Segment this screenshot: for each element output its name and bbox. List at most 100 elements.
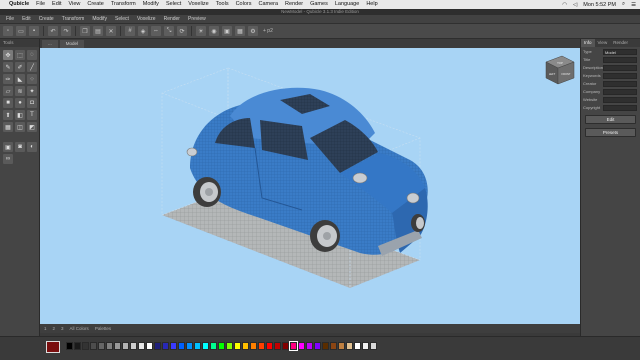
menu-language[interactable]: Language	[335, 0, 359, 9]
paste-icon[interactable]: ▤	[93, 26, 103, 36]
menu-colors[interactable]: Colors	[236, 0, 252, 9]
palettes-tab[interactable]: Palettes	[95, 326, 111, 331]
hole-icon[interactable]: ◙	[15, 142, 25, 152]
pencil-icon[interactable]: ✎	[3, 62, 13, 72]
palette-swatch[interactable]	[170, 342, 177, 350]
menu-list-icon[interactable]: ☰	[631, 2, 636, 8]
page-3-tab[interactable]: 3	[61, 326, 64, 331]
menu-help[interactable]: Help	[366, 0, 377, 9]
tab-view[interactable]: View	[595, 39, 611, 47]
palette-swatch[interactable]	[202, 342, 209, 350]
prop-copyright-field[interactable]	[603, 104, 637, 111]
palette-swatch[interactable]	[266, 342, 273, 350]
palette-swatch[interactable]	[242, 342, 249, 350]
palette-swatch[interactable]	[106, 342, 113, 350]
palette-swatch[interactable]	[282, 342, 289, 350]
palette-swatch[interactable]	[346, 342, 353, 350]
palette-swatch[interactable]	[114, 342, 121, 350]
cube-icon[interactable]: ◈	[138, 26, 148, 36]
menu-voxelize[interactable]: Voxelize	[188, 0, 209, 9]
menu-file[interactable]: File	[36, 0, 45, 9]
grid-tool-icon[interactable]: ▦	[3, 122, 13, 132]
picker-icon[interactable]: ✑	[3, 74, 13, 84]
smooth-icon[interactable]: ≋	[15, 86, 25, 96]
light-icon[interactable]: ☀	[196, 26, 206, 36]
lasso-icon[interactable]: ◌	[27, 50, 37, 60]
search-icon[interactable]: ⌕	[622, 1, 625, 8]
undo-icon[interactable]: ↶	[48, 26, 58, 36]
appmenu-render[interactable]: Render	[164, 16, 180, 22]
render-icon[interactable]: ▣	[222, 26, 232, 36]
copy-icon[interactable]: ❐	[80, 26, 90, 36]
spray-icon[interactable]: ⁘	[27, 74, 37, 84]
prop-type-field[interactable]: Model	[603, 48, 637, 55]
palette-swatch[interactable]	[258, 342, 265, 350]
menu-app-qubicle[interactable]: Qubicle	[9, 0, 29, 9]
palette-swatch[interactable]	[186, 342, 193, 350]
menu-tools[interactable]: Tools	[216, 0, 229, 9]
palette-swatch[interactable]	[306, 342, 313, 350]
menu-render[interactable]: Render	[285, 0, 303, 9]
volume-icon[interactable]: ◁	[573, 2, 577, 8]
wire-icon[interactable]: ▦	[235, 26, 245, 36]
line-icon[interactable]: ╱	[27, 62, 37, 72]
palette-swatch[interactable]	[370, 342, 377, 350]
appmenu-select[interactable]: Select	[115, 16, 129, 22]
prop-title-field[interactable]	[603, 56, 637, 63]
wifi-icon[interactable]: ◠	[562, 2, 567, 8]
menu-view[interactable]: View	[69, 0, 81, 9]
appmenu-preview[interactable]: Preview	[188, 16, 206, 22]
palette-swatch[interactable]	[194, 342, 201, 350]
tab-model[interactable]: Model	[59, 40, 85, 48]
stamp-icon[interactable]: ▣	[3, 142, 13, 152]
sphere-shape-icon[interactable]: ●	[15, 98, 25, 108]
appmenu-voxelize[interactable]: Voxelize	[137, 16, 156, 22]
mask-icon[interactable]: ◐	[27, 142, 37, 152]
palette-swatch[interactable]	[250, 342, 257, 350]
fill-icon[interactable]: ◣	[15, 74, 25, 84]
palette-swatch[interactable]	[154, 342, 161, 350]
prop-website-field[interactable]	[603, 96, 637, 103]
rotate-icon[interactable]: ⟳	[177, 26, 187, 36]
presets-button[interactable]: Presets	[585, 128, 636, 137]
current-color-swatch[interactable]	[46, 341, 60, 353]
wand-icon[interactable]: ✦	[27, 86, 37, 96]
palette-swatch[interactable]	[298, 342, 305, 350]
save-icon[interactable]: ▪	[29, 26, 39, 36]
palette-swatch[interactable]	[178, 342, 185, 350]
new-file-icon[interactable]: ▫	[3, 26, 13, 36]
palette-swatch[interactable]	[82, 342, 89, 350]
appmenu-edit[interactable]: Edit	[22, 16, 31, 22]
palette-swatch[interactable]	[66, 342, 73, 350]
grid-icon[interactable]: #	[125, 26, 135, 36]
palette-swatch[interactable]	[162, 342, 169, 350]
menu-transform[interactable]: Transform	[111, 0, 136, 9]
page-1-tab[interactable]: 1	[44, 326, 47, 331]
link-icon[interactable]: ∞	[3, 154, 13, 164]
tab-render[interactable]: Render	[610, 39, 631, 47]
extrude-icon[interactable]: ⬆	[3, 110, 13, 120]
cylinder-shape-icon[interactable]: ◘	[27, 98, 37, 108]
prop-creator-field[interactable]	[603, 80, 637, 87]
menu-select[interactable]: Select	[166, 0, 181, 9]
face-icon[interactable]: ◫	[15, 122, 25, 132]
settings-icon[interactable]: ⚙	[248, 26, 258, 36]
3d-viewport[interactable]: TOP LEFT FRONT	[40, 48, 580, 324]
clock[interactable]: Mon 5:52 PM	[583, 2, 616, 8]
brush-icon[interactable]: ✐	[15, 62, 25, 72]
palette-swatch[interactable]	[274, 342, 281, 350]
appmenu-transform[interactable]: Transform	[62, 16, 85, 22]
palette-swatch[interactable]	[130, 342, 137, 350]
palette-swatch[interactable]	[226, 342, 233, 350]
menu-games[interactable]: Games	[310, 0, 328, 9]
open-file-icon[interactable]: ▭	[16, 26, 26, 36]
palette-swatch[interactable]	[354, 342, 361, 350]
delete-icon[interactable]: ✕	[106, 26, 116, 36]
select-box-icon[interactable]: ⬚	[15, 50, 25, 60]
tab-overflow[interactable]: ...	[42, 40, 58, 48]
menu-modify[interactable]: Modify	[143, 0, 159, 9]
appmenu-file[interactable]: File	[6, 16, 14, 22]
appmenu-create[interactable]: Create	[39, 16, 54, 22]
navigation-cube[interactable]: TOP LEFT FRONT	[545, 55, 575, 85]
palette-swatch[interactable]	[74, 342, 81, 350]
